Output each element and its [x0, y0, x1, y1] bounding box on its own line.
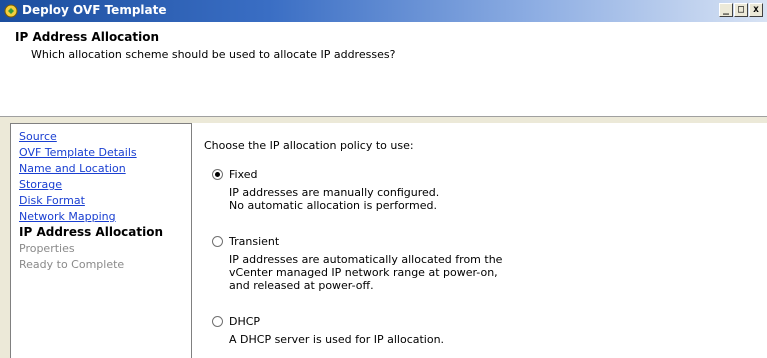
nav-step-source[interactable]: Source — [19, 130, 57, 143]
wizard-header: IP Address Allocation Which allocation s… — [0, 22, 767, 117]
dhcp-label[interactable]: DHCP — [229, 315, 260, 328]
fixed-radio[interactable] — [212, 169, 223, 180]
fixed-desc-line-2: No automatic allocation is performed. — [229, 199, 437, 212]
dhcp-desc-line-1: A DHCP server is used for IP allocation. — [229, 333, 445, 346]
fixed-desc-line-1: IP addresses are manually configured. — [229, 186, 440, 199]
nav-step-network-mapping[interactable]: Network Mapping — [19, 210, 116, 223]
transient-desc-line-2: vCenter managed IP network range at powe… — [229, 266, 498, 279]
allocation-prompt: Choose the IP allocation policy to use: — [204, 139, 414, 152]
page-subtitle: Which allocation scheme should be used t… — [31, 48, 396, 61]
nav-step-ip-address-allocation: IP Address Allocation — [19, 225, 164, 239]
minimize-button[interactable]: _ — [719, 3, 733, 17]
app-icon — [4, 4, 18, 18]
nav-step-ready-to-complete: Ready to Complete — [19, 258, 125, 271]
maximize-button[interactable]: □ — [734, 3, 748, 17]
close-button[interactable]: x — [749, 3, 763, 17]
title-bar[interactable]: Deploy OVF Template _ □ x — [0, 0, 767, 22]
window-title: Deploy OVF Template — [22, 3, 167, 17]
allocation-panel: Choose the IP allocation policy to use: … — [192, 123, 767, 358]
nav-step-name-and-location[interactable]: Name and Location — [19, 162, 126, 175]
nav-step-storage[interactable]: Storage — [19, 178, 62, 191]
nav-step-disk-format[interactable]: Disk Format — [19, 194, 85, 207]
transient-desc-line-1: IP addresses are automatically allocated… — [229, 253, 503, 266]
nav-step-properties: Properties — [19, 242, 75, 255]
transient-desc-line-3: and released at power-off. — [229, 279, 374, 292]
dhcp-radio[interactable] — [212, 316, 223, 327]
nav-step-ovf-template-details[interactable]: OVF Template Details — [19, 146, 137, 159]
wizard-steps-nav: Source OVF Template Details Name and Loc… — [10, 123, 192, 358]
transient-label[interactable]: Transient — [229, 235, 279, 248]
fixed-label[interactable]: Fixed — [229, 168, 258, 181]
transient-radio[interactable] — [212, 236, 223, 247]
window-controls: _ □ x — [719, 3, 763, 17]
page-title: IP Address Allocation — [15, 30, 160, 44]
